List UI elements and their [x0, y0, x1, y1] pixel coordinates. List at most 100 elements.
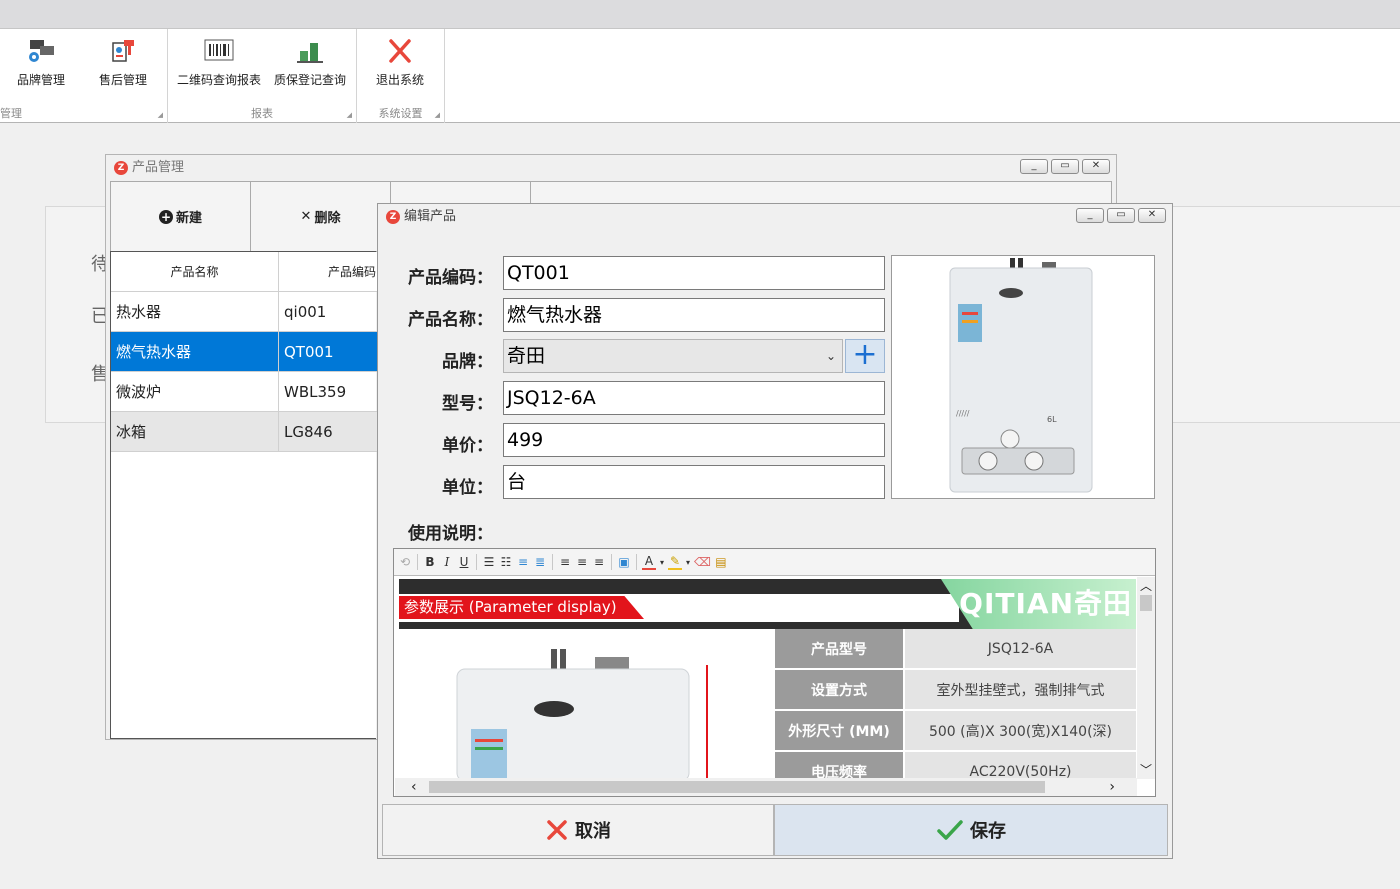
warranty-query-button[interactable]: 质保登记查询 — [270, 35, 350, 95]
price-field[interactable]: 499 — [503, 423, 885, 457]
after-sales-icon — [108, 37, 138, 65]
spec-row: 设置方式 室外型挂壁式，强制排气式 — [775, 670, 1136, 711]
align-left-icon[interactable]: ≡ — [558, 555, 572, 569]
exit-system-button[interactable]: 退出系统 — [367, 35, 433, 95]
table-row[interactable]: 燃气热水器 QT001 — [111, 332, 377, 372]
table-row[interactable]: 微波炉 WBL359 — [111, 372, 377, 412]
code-field[interactable]: QT001 — [503, 256, 885, 290]
ribbon-group-manage: 品牌管理 售后管理 管理 ◢ — [0, 29, 168, 123]
chevron-down-icon: ⌄ — [825, 349, 836, 363]
new-button[interactable]: + 新建 — [111, 182, 251, 251]
brand-select[interactable]: 奇田 ⌄ — [503, 339, 843, 373]
group-expand-icon[interactable]: ◢ — [435, 111, 440, 119]
add-circle-icon: + — [158, 209, 173, 224]
chevron-down-icon[interactable]: ﹀ — [1137, 761, 1155, 779]
spec-key: 电压频率 — [775, 752, 903, 779]
close-button[interactable]: ✕ — [1082, 159, 1110, 174]
italic-icon[interactable]: I — [440, 555, 454, 569]
barcode-icon — [204, 37, 234, 65]
spec-row: 产品型号 JSQ12-6A — [775, 629, 1136, 670]
ribbon-group-settings: 退出系统 系统设置 ◢ — [357, 29, 445, 123]
window-titlebar: Z 产品管理 — [106, 155, 1116, 181]
chevron-left-icon[interactable]: ‹ — [411, 778, 417, 796]
align-right-icon[interactable]: ≡ — [592, 555, 606, 569]
chevron-right-icon[interactable]: › — [1109, 778, 1115, 796]
edit-product-dialog: Z 编辑产品 _ ▭ ✕ 产品编码： QT001 产品名称： 燃气热水器 品牌：… — [377, 203, 1173, 859]
column-header-name[interactable]: 产品名称 — [111, 252, 279, 291]
insert-image-icon[interactable]: ▣ — [617, 555, 631, 569]
outdent-icon[interactable]: ≣ — [533, 555, 547, 569]
group-expand-icon[interactable]: ◢ — [158, 111, 163, 119]
bullet-list-icon[interactable]: ☰ — [482, 555, 496, 569]
brand-manage-icon — [26, 37, 56, 65]
table-row[interactable]: 冰箱 LG846 — [111, 412, 377, 452]
delete-button[interactable]: ✕ 删除 — [251, 182, 391, 251]
table-row[interactable]: 热水器 qi001 — [111, 292, 377, 332]
product-grid: 产品名称 产品编码 热水器 qi001 燃气热水器 QT001 微波炉 WBL3… — [110, 251, 377, 739]
undo-icon[interactable]: ⟲ — [398, 555, 412, 569]
chevron-up-icon[interactable]: ︿ — [1137, 577, 1155, 595]
horizontal-scrollbar[interactable]: ‹ › — [395, 778, 1137, 796]
name-label: 产品名称： — [408, 310, 493, 330]
maximize-button[interactable]: ▭ — [1051, 159, 1079, 174]
dialog-titlebar: Z 编辑产品 — [378, 204, 1172, 230]
spec-row: 电压频率 AC220V(50Hz) — [775, 752, 1136, 779]
scroll-thumb[interactable] — [429, 781, 1045, 793]
model-label: 型号： — [442, 394, 493, 414]
product-image[interactable]: ///// 6L — [891, 255, 1155, 499]
cancel-button[interactable]: 取消 — [382, 804, 774, 856]
brand-manage-button[interactable]: 品牌管理 — [10, 35, 72, 95]
model-field[interactable]: JSQ12-6A — [503, 381, 885, 415]
unit-field[interactable]: 台 — [503, 465, 885, 499]
water-heater-image: ///// 6L — [949, 258, 1093, 493]
vertical-scrollbar[interactable]: ︿ ﹀ — [1137, 577, 1155, 779]
spec-value: AC220V(50Hz) — [903, 752, 1136, 779]
spec-row: 外形尺寸 (MM) 500 (高)X 300(宽)X140(深) — [775, 711, 1136, 752]
editor-content[interactable]: 参数展示 (Parameter display) QITIAN奇田 产品型号 J… — [395, 577, 1137, 779]
exit-system-label: 退出系统 — [375, 73, 424, 87]
maximize-button[interactable]: ▭ — [1107, 208, 1135, 223]
qrcode-report-label: 二维码查询报表 — [176, 73, 261, 87]
close-button[interactable]: ✕ — [1138, 208, 1166, 223]
spec-key: 产品型号 — [775, 629, 903, 668]
chevron-down-icon[interactable]: ▾ — [659, 558, 665, 567]
eraser-icon[interactable]: ⌫ — [694, 555, 711, 569]
group-expand-icon[interactable]: ◢ — [347, 111, 352, 119]
save-button[interactable]: 保存 — [774, 804, 1168, 856]
bold-icon[interactable]: B — [423, 555, 437, 569]
highlight-color-icon[interactable]: ✎ — [668, 554, 682, 570]
spec-value: JSQ12-6A — [903, 629, 1136, 668]
chevron-down-icon[interactable]: ▾ — [685, 558, 691, 567]
rich-text-editor[interactable]: ⟲ B I U ☰ ☷ ≡ ≣ ≡ ≡ ≡ ▣ A ▾ ✎ ▾ ⌫ ▤ 参数展示 (… — [393, 548, 1156, 797]
align-center-icon[interactable]: ≡ — [575, 555, 589, 569]
indent-icon[interactable]: ≡ — [516, 555, 530, 569]
add-brand-button[interactable]: + — [845, 339, 885, 373]
spec-key: 外形尺寸 (MM) — [775, 711, 903, 750]
scroll-thumb[interactable] — [1140, 595, 1152, 611]
new-button-label: 新建 — [175, 211, 202, 226]
svg-text:6L: 6L — [1047, 415, 1057, 424]
font-color-icon[interactable]: A — [642, 554, 656, 570]
numbered-list-icon[interactable]: ☷ — [499, 555, 513, 569]
cell-name: 微波炉 — [111, 372, 279, 411]
ribbon-group-label-reports: 报表 — [251, 107, 273, 120]
after-sales-button[interactable]: 售后管理 — [92, 35, 154, 95]
dialog-title: 编辑产品 — [404, 209, 457, 224]
minimize-button[interactable]: _ — [1076, 208, 1104, 223]
brand-manage-label: 品牌管理 — [16, 73, 65, 87]
title-strip — [0, 0, 1400, 29]
qrcode-report-button[interactable]: 二维码查询报表 — [174, 35, 264, 95]
insert-media-icon[interactable]: ▤ — [714, 555, 728, 569]
close-icon — [547, 820, 567, 840]
dialog-controls: _ ▭ ✕ — [1076, 208, 1166, 223]
underline-icon[interactable]: U — [457, 555, 471, 569]
save-label: 保存 — [970, 821, 1006, 842]
delete-button-label: 删除 — [314, 211, 341, 226]
close-icon — [385, 37, 415, 65]
name-field[interactable]: 燃气热水器 — [503, 298, 885, 332]
minimize-button[interactable]: _ — [1020, 159, 1048, 174]
window-controls: _ ▭ ✕ — [1020, 159, 1110, 174]
spec-value: 500 (高)X 300(宽)X140(深) — [903, 711, 1136, 750]
code-label: 产品编码： — [408, 268, 493, 288]
spec-key: 设置方式 — [775, 670, 903, 709]
